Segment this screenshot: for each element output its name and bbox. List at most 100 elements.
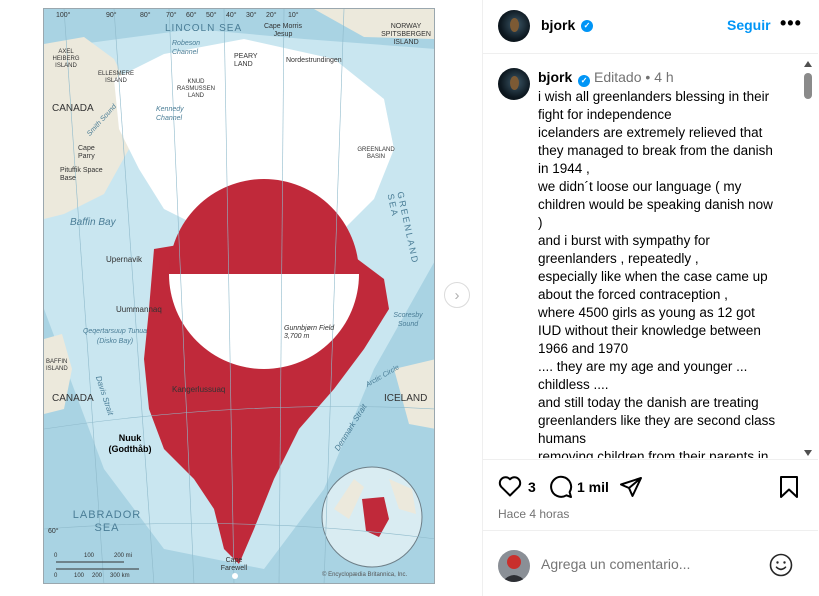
caption-line: childless .... — [538, 377, 609, 392]
map-label: Uummannaq — [116, 305, 162, 314]
user-avatar-graphic — [498, 550, 530, 582]
post-media: 100° 90° 80° 70° 60° 50° 40° 30° 20° 10°… — [0, 0, 482, 596]
caption-username[interactable]: bjork — [538, 69, 572, 85]
more-options-icon[interactable]: ••• — [780, 13, 802, 34]
paper-plane-icon — [620, 477, 642, 497]
map-label: Kennedy Channel — [156, 106, 184, 122]
map-label: Cape Parry — [78, 145, 95, 160]
map-scale-label: 200 — [92, 573, 103, 579]
share-button[interactable] — [619, 475, 643, 504]
map-scale-label: 100 — [84, 553, 95, 559]
map-label: CANADA — [52, 393, 94, 404]
map-label: LINCOLN SEA — [165, 23, 243, 34]
map-label-lat: 30° — [246, 12, 257, 19]
map-scale-label: 300 km — [110, 573, 130, 579]
comment-button[interactable] — [549, 475, 573, 504]
post-age[interactable]: 4 h — [654, 69, 673, 85]
verified-badge-icon: ✓ — [578, 75, 591, 87]
comment-bar — [483, 530, 818, 596]
caption-line: about the forced contraception , — [538, 287, 728, 302]
map-scale-label: 200 mi — [114, 553, 133, 559]
smiley-icon — [769, 553, 793, 577]
like-count[interactable]: 3 — [528, 479, 536, 495]
author-username[interactable]: bjork — [541, 17, 575, 33]
map-label: ICELAND — [384, 393, 428, 404]
current-user-avatar — [498, 550, 530, 582]
map-label-lat: 20° — [266, 12, 277, 19]
map-label: PEARY LAND — [234, 53, 258, 68]
map-label: © Encyclopædia Britannica, Inc. — [322, 572, 408, 578]
like-button[interactable] — [498, 475, 522, 502]
map-label: Upernavik — [106, 255, 143, 264]
map-label-lat: 50° — [206, 12, 217, 19]
comment-input[interactable] — [541, 556, 751, 572]
map-label: Cape Farewell — [220, 557, 248, 572]
map-label: NORWAY SPITSBERGEN ISLAND — [381, 23, 431, 46]
caption-line: especially like when the case came up — [538, 269, 768, 284]
caption-line: fight for independence — [538, 107, 672, 122]
post-actions: 3 1 mil Hace 4 horas — [483, 459, 818, 529]
bookmark-icon — [780, 476, 798, 498]
scroll-down-arrow-icon[interactable] — [804, 450, 812, 456]
map-label: GREENLAND BASIN — [357, 147, 395, 160]
caption-line: icelanders are extremely relieved that — [538, 125, 763, 140]
caption-line: we didn´t loose our language ( my — [538, 179, 742, 194]
caption-line: greenlanders like they are second class — [538, 413, 776, 428]
post-side-panel: bjork ✓ Seguir ••• bjork ✓ Editado • 4 h… — [482, 0, 819, 596]
greenland-map-image[interactable]: 100° 90° 80° 70° 60° 50° 40° 30° 20° 10°… — [43, 8, 435, 584]
map-scale-label: 100 — [74, 573, 85, 579]
caption-line: humans — [538, 431, 587, 446]
verified-badge-icon: ✓ — [581, 20, 593, 32]
caption-line: .... they are my age and younger ... — [538, 359, 748, 374]
map-label: Kangerlussuaq — [172, 385, 226, 394]
map-label: Nuuk (Godthåb) — [108, 433, 152, 454]
map-label: BAFFIN ISLAND — [46, 359, 68, 372]
map-label: Robeson Channel — [172, 40, 201, 56]
map-label: Nordestrundingen — [286, 57, 342, 64]
map-label: Pituffik Space Base — [60, 167, 103, 182]
caption-author-avatar[interactable] — [498, 68, 530, 100]
map-label: ELLESMERE ISLAND — [97, 71, 134, 84]
caption-scrollbar[interactable] — [803, 61, 813, 456]
caption-text: i wish all greenlanders blessing in thei… — [538, 88, 793, 458]
caption-line: where 4500 girls as young as 12 got — [538, 305, 755, 320]
next-image-button[interactable]: › — [444, 282, 470, 308]
caption-line: children would be speaking danish now — [538, 197, 773, 212]
map-label: Scoresby Sound — [393, 312, 423, 328]
map-label: Baffin Bay — [70, 217, 116, 228]
map-label: KNUD RASMUSSEN LAND — [176, 79, 215, 99]
author-avatar[interactable] — [498, 10, 530, 42]
caption-line: ) — [538, 215, 543, 230]
post-timestamp[interactable]: Hace 4 horas — [498, 507, 569, 521]
caption-line: in 1944 , — [538, 161, 590, 176]
caption-line: i wish all greenlanders blessing in thei… — [538, 89, 770, 104]
map-label-lat: 70° — [166, 12, 177, 19]
map-scale-label: 0 — [54, 573, 58, 579]
caption-line: greenlanders , repeatedly , — [538, 251, 699, 266]
scroll-up-arrow-icon[interactable] — [804, 61, 812, 67]
map-label: CANADA — [52, 103, 94, 114]
save-button[interactable] — [778, 475, 800, 504]
map-graphic — [44, 9, 434, 583]
comment-count[interactable]: 1 mil — [577, 479, 609, 495]
map-label-lat: 80° — [140, 12, 151, 19]
caption-line: removing children from their parents in — [538, 449, 769, 458]
follow-button[interactable]: Seguir — [727, 17, 771, 33]
separator-dot: • — [645, 69, 651, 85]
map-label-lat: 40° — [226, 12, 237, 19]
chevron-right-icon: › — [454, 286, 460, 304]
emoji-picker-button[interactable] — [769, 553, 793, 582]
caption-line: and i burst with sympathy for — [538, 233, 710, 248]
map-label: AXEL HEIBERG ISLAND — [52, 49, 80, 69]
caption-line: they managed to break from the danish — [538, 143, 773, 158]
map-scale-label: 0 — [54, 553, 58, 559]
map-label-lat: 10° — [288, 12, 299, 19]
edited-label: Editado — [594, 69, 642, 85]
scrollbar-thumb[interactable] — [804, 73, 812, 99]
map-label: Gunnbjørn Field 3,700 m — [284, 325, 335, 340]
caption-section: bjork ✓ Editado • 4 h i wish all greenla… — [483, 55, 818, 458]
caption-line: IUD without their knowledge between — [538, 323, 761, 338]
post-header: bjork ✓ Seguir ••• — [483, 0, 818, 54]
instagram-post-modal: 100° 90° 80° 70° 60° 50° 40° 30° 20° 10°… — [0, 0, 819, 596]
map-label-lat: 60° — [186, 12, 197, 19]
